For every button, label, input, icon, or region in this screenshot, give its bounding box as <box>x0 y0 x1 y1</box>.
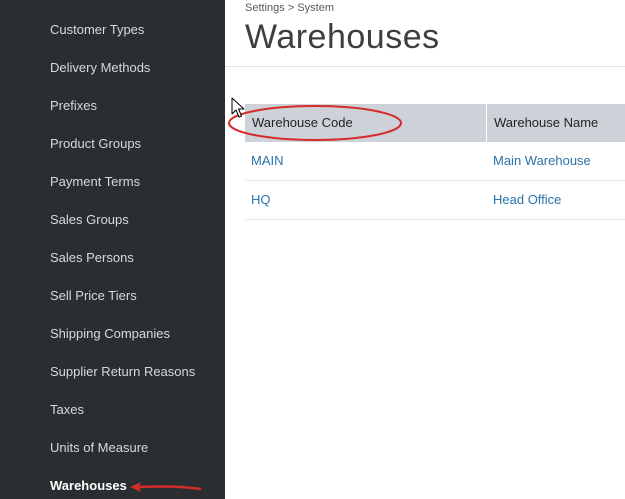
sidebar-item-payment-terms[interactable]: Payment Terms <box>50 174 140 190</box>
warehouse-code-link[interactable]: HQ <box>251 181 271 219</box>
warehouse-code-link[interactable]: MAIN <box>251 142 284 180</box>
column-divider <box>486 104 487 142</box>
sidebar-item-product-groups[interactable]: Product Groups <box>50 136 141 152</box>
breadcrumb: Settings > System <box>245 2 334 14</box>
sidebar-item-prefixes[interactable]: Prefixes <box>50 98 97 114</box>
annotation-highlight-ellipse <box>228 105 402 141</box>
sidebar-item-shipping-companies[interactable]: Shipping Companies <box>50 326 170 342</box>
warehouse-name-link[interactable]: Head Office <box>493 181 561 219</box>
title-divider <box>225 66 625 67</box>
sidebar-item-sales-groups[interactable]: Sales Groups <box>50 212 129 228</box>
table-row: HQ Head Office <box>245 181 625 220</box>
sidebar-item-supplier-return-reasons[interactable]: Supplier Return Reasons <box>50 364 195 380</box>
page-title: Warehouses <box>245 18 440 56</box>
sidebar-item-units-of-measure[interactable]: Units of Measure <box>50 440 148 456</box>
app-window: Customer Types Delivery Methods Prefixes… <box>0 0 625 499</box>
breadcrumb-system-link[interactable]: System <box>297 2 334 14</box>
main-content: Settings > System Warehouses Warehouse C… <box>225 0 625 499</box>
table-row: MAIN Main Warehouse <box>245 142 625 181</box>
breadcrumb-separator: > <box>287 2 295 14</box>
warehouse-name-link[interactable]: Main Warehouse <box>493 142 591 180</box>
sidebar-item-taxes[interactable]: Taxes <box>50 402 84 418</box>
sidebar-item-customer-types[interactable]: Customer Types <box>50 22 144 38</box>
mouse-cursor-icon <box>231 97 245 118</box>
breadcrumb-settings-link[interactable]: Settings <box>245 2 285 14</box>
annotation-arrow-icon <box>130 482 202 492</box>
sidebar-item-sales-persons[interactable]: Sales Persons <box>50 250 134 266</box>
sidebar-item-delivery-methods[interactable]: Delivery Methods <box>50 60 150 76</box>
column-header-warehouse-name[interactable]: Warehouse Name <box>494 104 625 142</box>
sidebar-item-sell-price-tiers[interactable]: Sell Price Tiers <box>50 288 137 304</box>
sidebar: Customer Types Delivery Methods Prefixes… <box>0 0 225 499</box>
sidebar-item-warehouses[interactable]: Warehouses <box>50 478 127 494</box>
